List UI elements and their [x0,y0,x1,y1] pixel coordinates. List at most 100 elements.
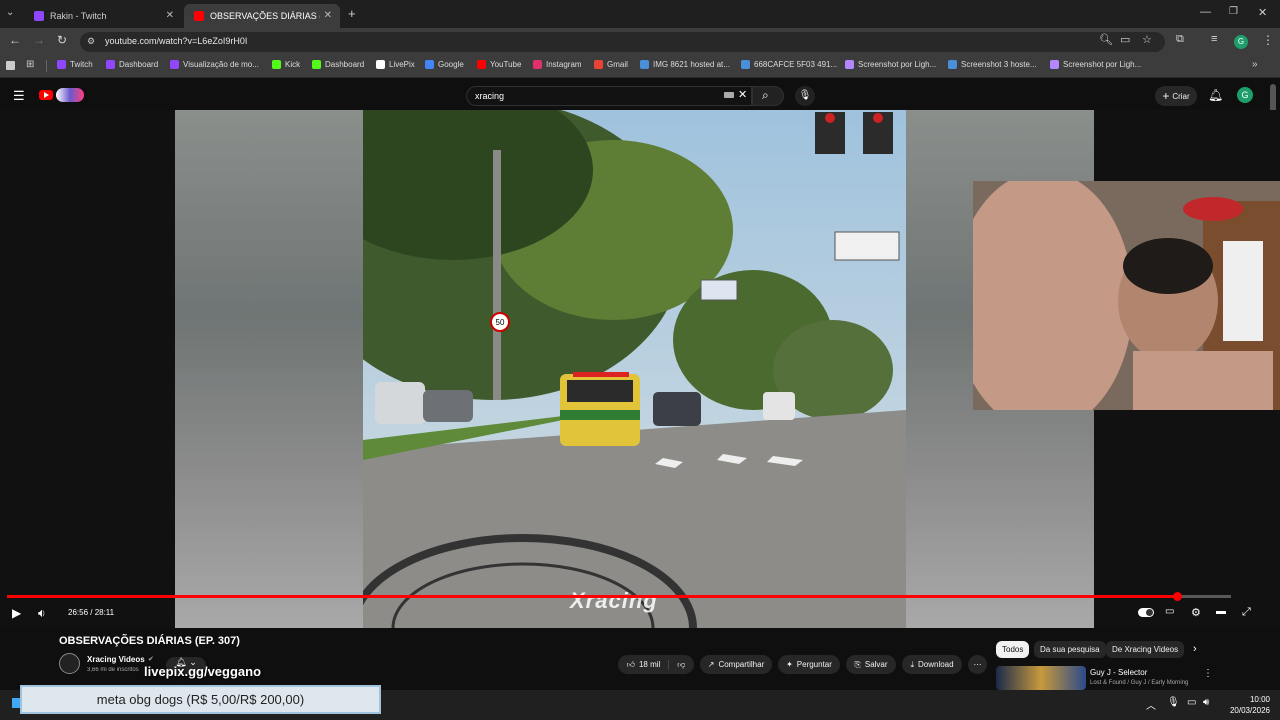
recommended-title[interactable]: Guy J - Selector [1090,668,1147,677]
recommended-thumbnail[interactable] [996,666,1086,690]
more-bookmarks-icon[interactable]: » [1252,59,1258,70]
bookmark-item[interactable]: Dashboard [312,60,364,69]
autoplay-toggle[interactable] [1138,608,1154,617]
subscriber-count: 3,66 mi de inscritos [87,667,139,673]
new-tab-button[interactable]: + [348,6,356,21]
restore-button[interactable]: ❐ [1229,6,1238,17]
bookmark-item[interactable]: Gmail [594,60,628,69]
bookmark-star-icon[interactable]: ☆ [1142,33,1152,46]
browser-menu-icon[interactable]: ⋮ [1262,33,1274,47]
download-button[interactable]: ⤓ Download [902,655,962,674]
reload-icon[interactable]: ↻ [57,33,67,47]
bookmark-item[interactable]: 668CAFCE 5F03 491... [741,60,837,69]
site-info-icon[interactable]: ⚙ [87,36,95,47]
plus-icon: + [1162,89,1170,103]
bookmark-item[interactable]: IMG 8621 hosted at... [640,60,730,69]
dislike-button[interactable]: 👎︎ [669,660,685,670]
volume-icon[interactable]: 🔉︎ [38,606,46,621]
youtube-icon [194,11,204,21]
subtitles-icon[interactable]: ▭ [1165,606,1174,617]
download-label: Download [917,660,954,669]
youtube-logo[interactable] [39,90,53,100]
verified-icon: ✔ [148,656,154,663]
bookmark-item[interactable]: LivePix [376,60,415,69]
tab-list-button[interactable]: ⌄ [6,7,14,18]
save-label: Salvar [864,660,888,669]
channel-name[interactable]: Xracing Videos [87,655,145,664]
sparkle-icon: ✦ [786,660,793,669]
bookmark-label: Google [438,60,464,69]
bookmark-item[interactable]: Dashboard [106,60,158,69]
video-frame[interactable]: 50 [363,110,906,628]
donation-goal-overlay: meta obg dogs (R$ 5,00/R$ 200,00) [20,685,381,714]
create-button[interactable]: + Criar [1155,86,1197,106]
doodle-logo[interactable] [56,88,84,102]
bookmark-item[interactable]: Twitch [57,60,93,69]
bookmark-item[interactable]: Google [425,60,464,69]
bookmark-item[interactable]: Screenshot por Ligh... [845,60,936,69]
network-icon[interactable]: ▭ [1187,697,1196,708]
close-window-button[interactable]: ✕ [1258,6,1267,19]
notifications-bell-icon[interactable]: 🔔︎ [1208,88,1223,102]
more-actions-button[interactable]: ⋯ [968,655,987,674]
bookmark-item[interactable]: YouTube [477,60,521,69]
like-button[interactable]: 👍︎ 18 mil [627,659,670,670]
video-title: OBSERVAÇÕES DIÁRIAS (EP. 307) [59,635,240,647]
apps-grid-icon[interactable]: ⊞ [26,59,34,70]
share-button[interactable]: ↗ Compartilhar [700,655,772,674]
extensions-icon[interactable]: ⧉ [1176,33,1184,46]
fullscreen-icon[interactable]: ⤢ [1242,606,1251,619]
recommended-menu-icon[interactable]: ⋮ [1203,668,1213,679]
search-query: xracing [475,91,505,101]
tab-youtube-active[interactable]: OBSERVAÇÕES DIÁRIAS (EP. 30 ✕ [184,4,340,28]
chip-from-search[interactable]: Da sua pesquisa [1034,641,1106,658]
bookmark-favicon-icon [57,60,66,69]
thumbs-down-icon: 👎︎ [677,659,686,669]
bookmark-item[interactable]: Screenshot por Ligh... [1050,60,1141,69]
close-tab-icon[interactable]: ✕ [166,10,174,21]
voice-search-icon[interactable]: 🎙︎ [795,86,815,106]
bookmark-item[interactable]: Kick [272,60,300,69]
bookmark-item[interactable]: Screenshot 3 hoste... [948,60,1037,69]
save-button[interactable]: ⎘ Salvar [846,655,896,674]
streamer-webcam [973,181,1280,410]
close-tab-icon[interactable]: ✕ [324,10,332,21]
chip-from-channel[interactable]: De Xracing Videos [1106,641,1185,658]
ask-button[interactable]: ✦ Perguntar [778,655,840,674]
channel-avatar[interactable] [59,653,80,674]
bookmark-label: Screenshot por Ligh... [1063,60,1142,69]
minimize-button[interactable]: — [1200,6,1211,18]
time-display: 26:56 / 28:11 [68,608,115,617]
media-icon[interactable]: ≡ [1211,33,1217,45]
theater-mode-icon[interactable]: ▬ [1216,606,1226,617]
tab-title: OBSERVAÇÕES DIÁRIAS (EP. 30 [210,11,320,21]
bookmark-favicon-icon [312,60,321,69]
back-icon[interactable]: ← [9,33,21,47]
play-icon[interactable]: ▶ [12,606,21,620]
hamburger-menu-icon[interactable]: ☰ [13,88,25,104]
search-input[interactable] [466,86,752,106]
zoom-icon[interactable]: 🔍︎ [1099,33,1113,46]
clear-search-icon[interactable]: ✕ [738,88,747,101]
profile-avatar[interactable]: G [1234,35,1248,49]
bookmark-item[interactable]: Visualização de mo... [170,60,259,69]
chevron-right-icon[interactable]: › [1193,643,1197,655]
url-text[interactable]: youtube.com/watch?v=L6eZoI9rH0I [105,36,247,46]
speaker-icon[interactable]: 🔊︎ [1203,697,1209,708]
bookmark-favicon-icon [376,60,385,69]
taskbar-clock[interactable]: 10:00 20/03/2026 [1230,694,1270,716]
sidebar-icon[interactable] [6,61,15,70]
keyboard-icon[interactable] [724,92,734,98]
bookmark-item[interactable]: Instagram [533,60,582,69]
mic-tray-icon[interactable]: 🎙︎ [1167,697,1180,708]
bookmark-label: IMG 8621 hosted at... [653,60,730,69]
tab-twitch[interactable]: Rakin - Twitch ✕ [24,4,182,28]
youtube-avatar[interactable]: G [1237,87,1253,103]
cast-icon[interactable]: ▭ [1120,33,1130,46]
forward-icon[interactable]: → [33,33,45,47]
settings-gear-icon[interactable]: ⚙ [1191,606,1201,619]
tray-chevron-icon[interactable]: ︿ [1146,697,1156,712]
chip-all[interactable]: Todos [996,641,1030,658]
bookmark-divider [46,60,47,72]
bookmark-favicon-icon [1050,60,1059,69]
